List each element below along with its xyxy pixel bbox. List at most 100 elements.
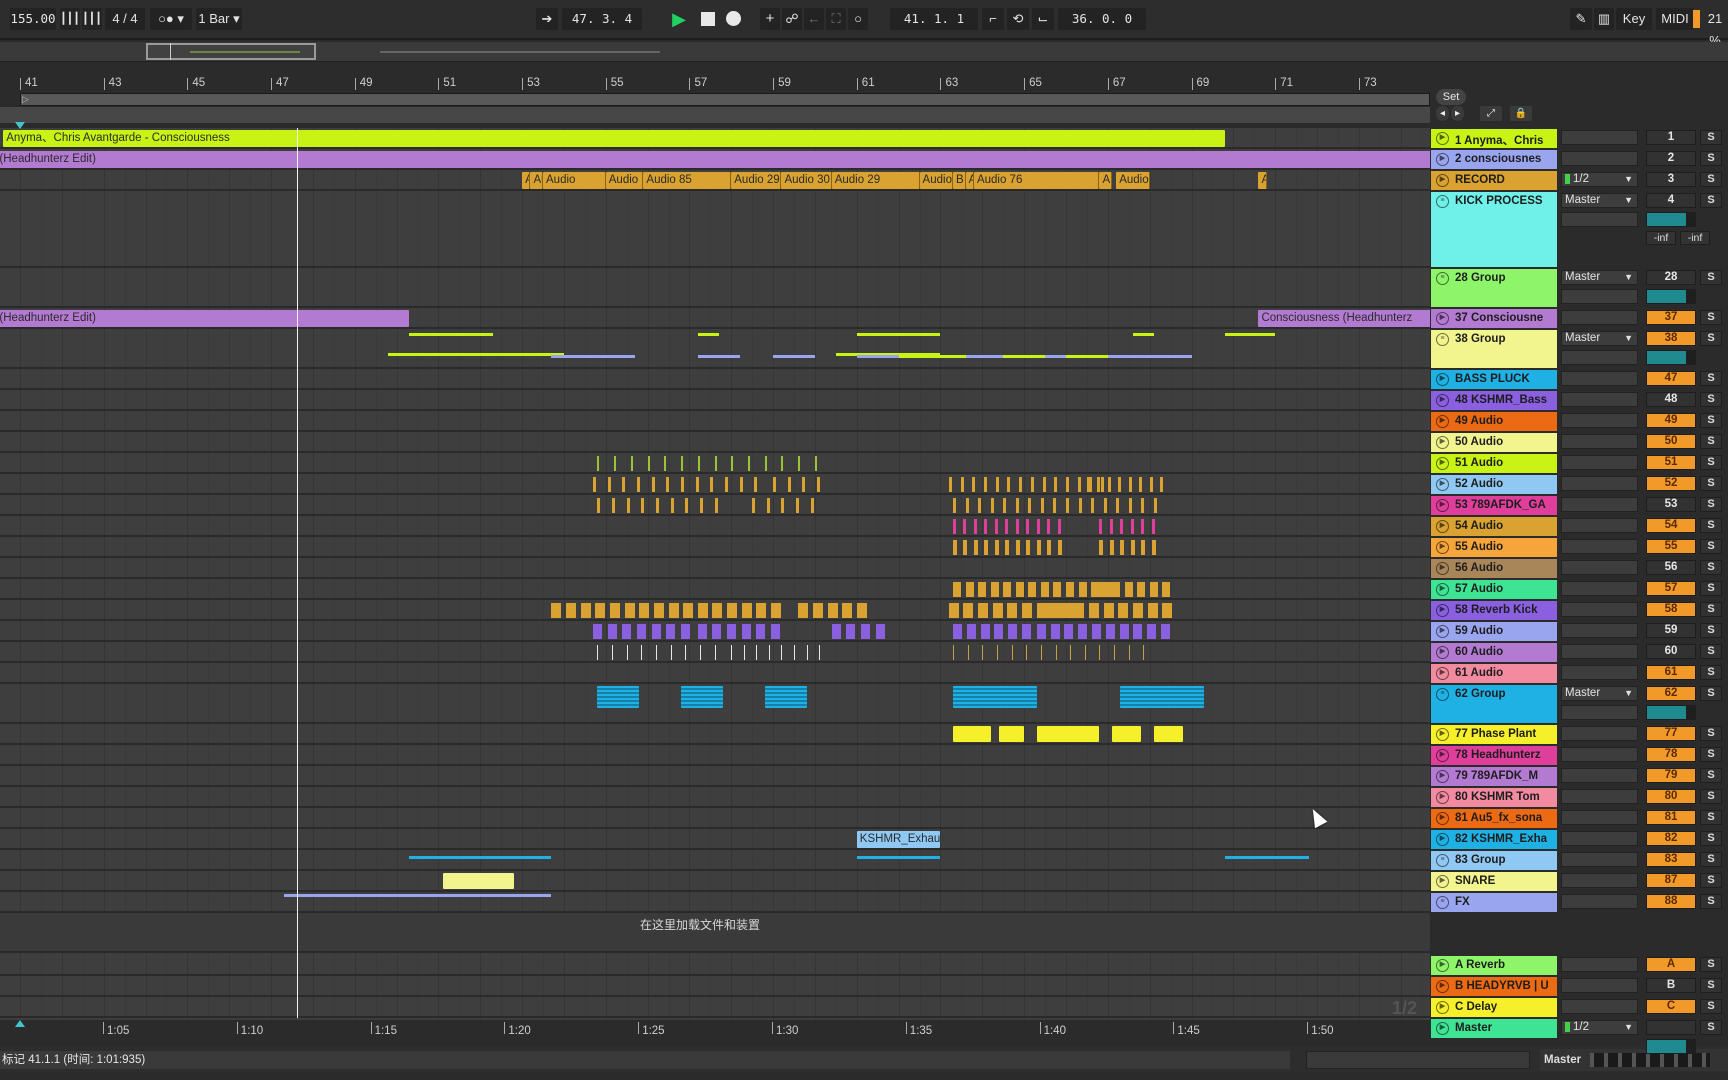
output-routing-dropdown[interactable] (1561, 560, 1638, 575)
track-header[interactable]: ≡ 83 Group 83 S (1430, 850, 1728, 871)
arrangement-clip[interactable] (442, 873, 514, 889)
track-header[interactable]: ▶ 53 789AFDK_GA 53 S (1430, 495, 1728, 516)
arrangement-clip[interactable]: Anyma、Chris Avantgarde - Consciousness (3, 130, 1225, 147)
play-button[interactable]: ▶ (668, 8, 690, 30)
track-name[interactable]: ▶ 56 Audio (1431, 559, 1557, 578)
track-lane[interactable] (0, 787, 1430, 808)
track-header[interactable]: ▶ 58 Reverb Kick 58 S (1430, 600, 1728, 621)
return-lane[interactable] (0, 955, 1430, 976)
arrangement-clip[interactable] (953, 726, 991, 742)
track-lane[interactable] (0, 516, 1430, 537)
track-activator-icon[interactable]: ▶ (1436, 980, 1449, 993)
output-routing-dropdown[interactable] (1561, 151, 1638, 166)
arrangement-clip[interactable]: Audio (1116, 172, 1150, 189)
loop-length-field[interactable]: 36. 0. 0 (1058, 8, 1146, 30)
track-activator-icon[interactable]: ▶ (1436, 1022, 1449, 1035)
track-activator-icon[interactable]: ▶ (1436, 583, 1449, 596)
track-activator-button[interactable]: 81 (1646, 810, 1696, 825)
solo-button[interactable]: S (1700, 434, 1722, 449)
arrangement-clip[interactable] (1153, 726, 1184, 742)
arrangement-clip[interactable]: Audio 29 (731, 172, 782, 189)
track-header[interactable]: ▶ 57 Audio 57 S (1430, 579, 1728, 600)
nudge-up-icon[interactable]: ┃┃┃ (82, 8, 102, 30)
track-name[interactable]: ▶ 1 Anyma、Chris (1431, 129, 1557, 148)
track-name[interactable]: ▶ 2 consciousnes (1431, 150, 1557, 169)
solo-button[interactable]: S (1700, 894, 1722, 909)
track-header[interactable]: ▶ B HEADYRVB | U BS (1430, 976, 1728, 997)
track-header[interactable]: ▶ 55 Audio 55 S (1430, 537, 1728, 558)
track-name[interactable]: ▶ 77 Phase Plant (1431, 725, 1557, 744)
solo-button[interactable]: S (1700, 978, 1722, 993)
track-header[interactable]: ▶ 78 Headhunterz 78 S (1430, 745, 1728, 766)
volume-slider[interactable]: 0 (1646, 212, 1696, 227)
automation-arm-button[interactable]: ☍ (782, 8, 802, 30)
track-activator-icon[interactable]: ▶ (1436, 153, 1449, 166)
output-routing-dropdown[interactable] (1561, 455, 1638, 470)
track-activator-icon[interactable]: ▶ (1436, 415, 1449, 428)
arrangement-clip[interactable]: Audio 76 (973, 172, 1100, 189)
arrangement-clip[interactable]: Audio (919, 172, 954, 189)
output-routing-dropdown[interactable] (1561, 768, 1638, 783)
output-routing-dropdown[interactable]: Master ▼ (1561, 193, 1638, 208)
track-lane[interactable] (0, 745, 1430, 766)
track-name[interactable]: ▶ 37 Consciousne (1431, 309, 1557, 328)
solo-button[interactable]: S (1700, 644, 1722, 659)
solo-button[interactable]: S (1700, 747, 1722, 762)
beat-time-ruler[interactable]: 41 43 45 47 49 51 53 55 57 59 61 63 65 67 69 71 73 (0, 70, 1430, 92)
loop-start-field[interactable]: 41. 1. 1 (890, 8, 978, 30)
arrangement-clip[interactable] (681, 686, 723, 708)
loop-button[interactable]: ⟲ (1007, 8, 1029, 30)
output-routing-dropdown[interactable] (1561, 999, 1638, 1014)
track-name[interactable]: ▶ 78 Headhunterz (1431, 746, 1557, 765)
solo-button[interactable]: S (1700, 371, 1722, 386)
output-routing-dropdown[interactable] (1561, 665, 1638, 680)
status-master-selector[interactable]: Master (1540, 1049, 1728, 1071)
track-activator-icon[interactable]: ▶ (1436, 373, 1449, 386)
track-name[interactable]: ▶ 55 Audio (1431, 538, 1557, 557)
track-activator-icon[interactable]: ▶ (1436, 646, 1449, 659)
track-header[interactable]: ▶ Master 1/2 ▼ S0 (1430, 1018, 1728, 1054)
arrangement-clip[interactable]: sciousness (Headhunterz Edit) (0, 310, 410, 327)
track-name[interactable]: ▶ 82 KSHMR_Exha (1431, 830, 1557, 849)
midi-map-button[interactable]: MIDI (1656, 8, 1694, 30)
solo-button[interactable]: S (1700, 686, 1722, 701)
track-header[interactable]: ▶ RECORD 1/2 ▼ 3 S (1430, 170, 1728, 191)
solo-button[interactable]: S (1700, 623, 1722, 638)
output-routing-dropdown[interactable]: Master ▼ (1561, 270, 1638, 285)
track-lane[interactable] (0, 850, 1430, 871)
arrangement-clip[interactable]: A (1099, 172, 1113, 189)
output-routing-dropdown[interactable] (1561, 476, 1638, 491)
output-routing-dropdown[interactable] (1561, 894, 1638, 909)
solo-button[interactable]: S (1700, 831, 1722, 846)
track-name[interactable]: ▶ 61 Audio (1431, 664, 1557, 683)
arrangement-clip[interactable]: Audio 85 (643, 172, 732, 189)
output-routing-dropdown[interactable] (1561, 602, 1638, 617)
group-fold-icon[interactable]: ≡ (1436, 195, 1449, 208)
track-activator-button[interactable]: 51 (1646, 455, 1696, 470)
input-routing-field[interactable] (1561, 212, 1638, 227)
loop-brace[interactable]: ▷ (20, 93, 1430, 106)
track-activator-icon[interactable]: ▶ (1436, 875, 1449, 888)
re-enable-automation-button[interactable]: ← (804, 8, 824, 30)
locator-strip[interactable] (0, 107, 1430, 123)
track-name[interactable]: ≡ 38 Group (1431, 330, 1557, 368)
track-header[interactable]: ▶ 77 Phase Plant 77 S (1430, 724, 1728, 745)
track-lane[interactable] (0, 474, 1430, 495)
next-locator-button[interactable]: ▸ (1451, 106, 1464, 121)
solo-button[interactable]: S (1700, 665, 1722, 680)
track-header[interactable]: ▶ 59 Audio 59 S (1430, 621, 1728, 642)
arrangement-clip[interactable]: Consciousness (Headhunterz (1258, 310, 1430, 327)
solo-button[interactable]: S (1700, 270, 1722, 285)
output-routing-dropdown[interactable] (1561, 831, 1638, 846)
track-activator-button[interactable]: A (1646, 957, 1696, 972)
solo-button[interactable]: S (1700, 581, 1722, 596)
output-routing-dropdown[interactable] (1561, 957, 1638, 972)
prev-locator-button[interactable]: ◂ (1436, 106, 1449, 121)
session-record-button[interactable]: ○ (848, 8, 868, 30)
track-activator-button[interactable]: 54 (1646, 518, 1696, 533)
record-button[interactable] (722, 8, 744, 30)
track-activator-button[interactable]: 53 (1646, 497, 1696, 512)
arrangement-view[interactable]: Anyma、Chris Avantgarde - Consciousness sc… (0, 128, 1430, 1020)
track-activator-icon[interactable]: ▶ (1436, 667, 1449, 680)
track-activator-icon[interactable]: ▶ (1436, 541, 1449, 554)
